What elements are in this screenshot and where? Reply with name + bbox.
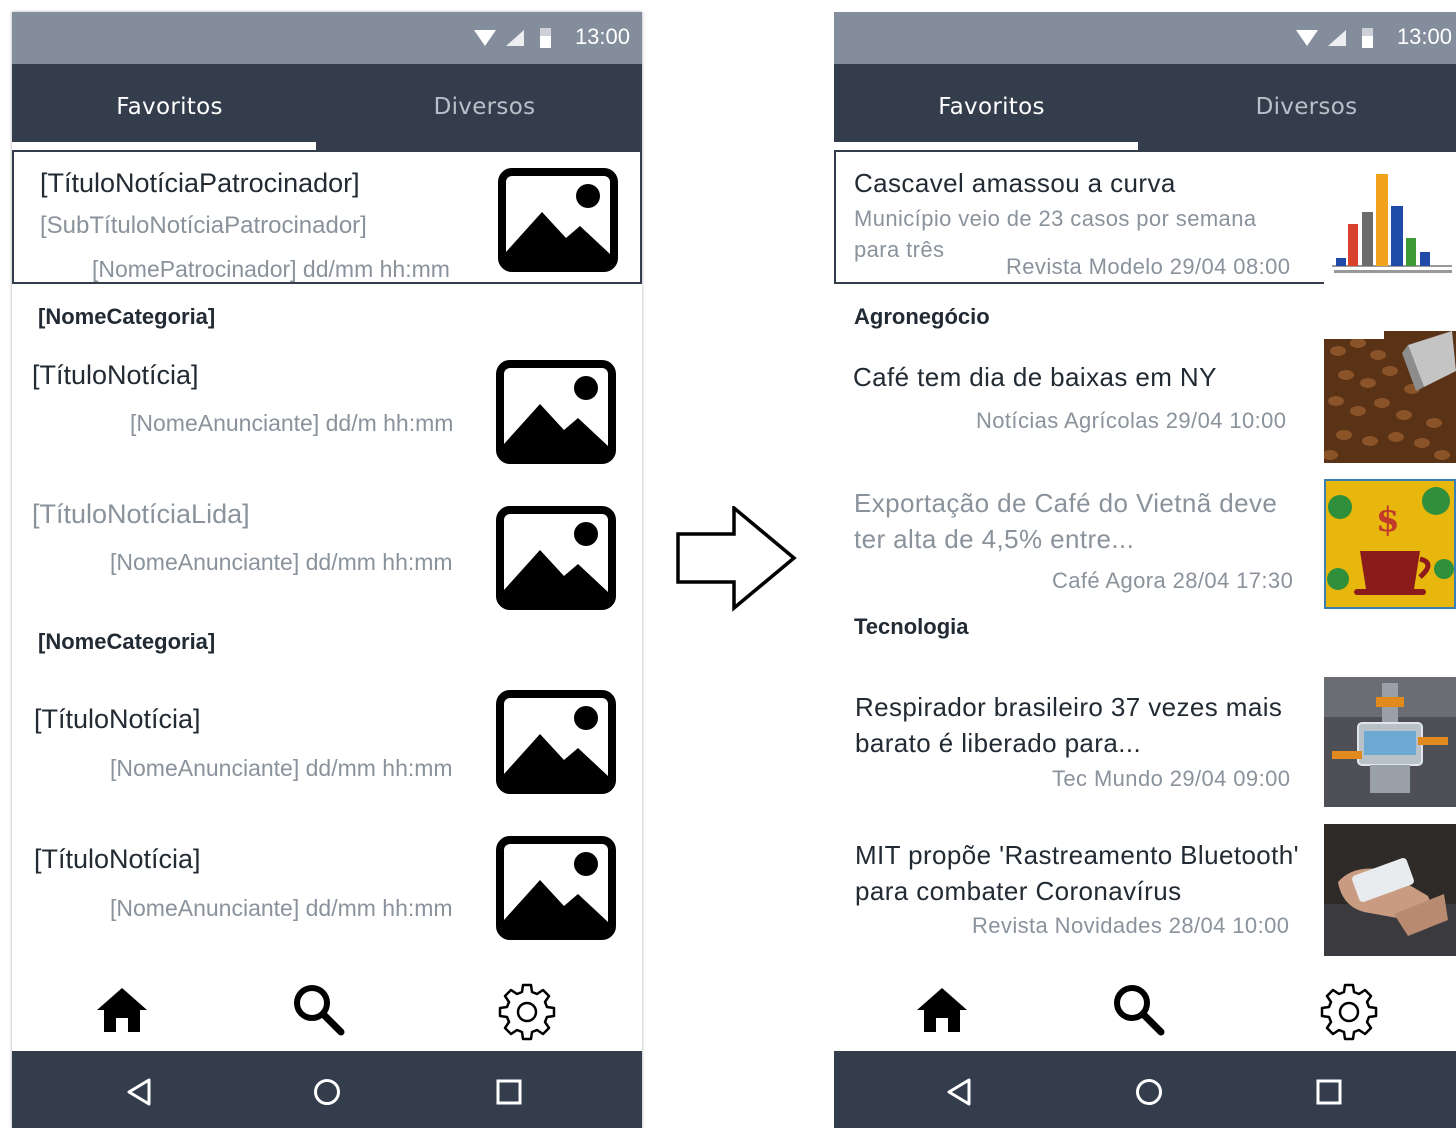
respirator-device-thumbnail (1324, 677, 1456, 807)
settings-gear-icon[interactable] (1318, 981, 1380, 1043)
image-placeholder-icon (496, 506, 616, 610)
sponsor-title: [TítuloNotíciaPatrocinador] (40, 168, 360, 198)
phone-template-screen: 13:00 Favoritos Diversos [TítuloNotíciaP… (12, 12, 642, 1128)
category-header: Agronegócio (854, 304, 990, 329)
tab-diversos[interactable]: Diversos (327, 64, 642, 150)
recents-square-icon[interactable] (1314, 1077, 1344, 1107)
home-circle-icon[interactable] (1134, 1077, 1164, 1107)
status-icons (474, 28, 551, 48)
news-meta: [NomeAnunciante] dd/mm hh:mm (110, 755, 453, 781)
recents-square-icon[interactable] (494, 1077, 524, 1107)
tab-bar: Favoritos Diversos (834, 64, 1456, 150)
svg-text:$: $ (1376, 500, 1400, 540)
news-title-read-line2: ter alta de 4,5% entre... (854, 524, 1135, 554)
active-tab-indicator (12, 142, 316, 150)
bottom-navigation (834, 967, 1456, 1051)
news-meta: Tec Mundo 29/04 09:00 (1052, 766, 1291, 791)
system-navigation-bar (12, 1051, 642, 1128)
status-time: 13:00 (574, 24, 630, 49)
news-title-line2: para combater Coronavírus (855, 876, 1182, 906)
news-title-line2: barato é liberado para... (855, 728, 1142, 758)
smartphone-hand-thumbnail (1324, 824, 1456, 956)
news-title-read-line1: Exportação de Café do Vietnã deve (854, 488, 1278, 518)
system-navigation-bar (834, 1051, 1456, 1128)
home-icon[interactable] (914, 985, 970, 1035)
category-header: [NomeCategoria] (38, 304, 216, 329)
news-title: [TítuloNotícia] (32, 360, 199, 390)
cell-signal-icon (1328, 30, 1346, 46)
home-icon[interactable] (94, 985, 150, 1035)
news-meta: Café Agora 28/04 17:30 (1052, 568, 1294, 593)
news-meta: [NomeAnunciante] dd/mm hh:mm (110, 895, 453, 921)
status-icons (1296, 28, 1373, 48)
sponsor-meta: Revista Modelo 29/04 08:00 (1006, 254, 1291, 279)
news-meta: Revista Novidades 28/04 10:00 (972, 913, 1290, 938)
active-tab-indicator (834, 142, 1138, 150)
coffee-beans-thumbnail (1324, 331, 1456, 463)
news-title: [TítuloNotícia] (34, 844, 201, 874)
back-triangle-icon[interactable] (944, 1077, 974, 1107)
category-header: Tecnologia (854, 614, 969, 639)
search-icon[interactable] (1110, 981, 1166, 1037)
news-title-line1: Respirador brasileiro 37 vezes mais (855, 692, 1283, 722)
cell-signal-icon (506, 30, 524, 46)
status-bar: 13:00 (12, 12, 642, 64)
news-meta: [NomeAnunciante] dd/m hh:mm (130, 410, 454, 436)
sponsored-news-card[interactable]: Cascavel amassou a curva Município veio … (834, 150, 1456, 286)
sponsor-title: Cascavel amassou a curva (854, 168, 1176, 198)
tab-favoritos[interactable]: Favoritos (834, 64, 1149, 150)
sponsor-meta: [NomePatrocinador] dd/mm hh:mm (92, 256, 450, 282)
tab-bar: Favoritos Diversos (12, 64, 642, 150)
home-circle-icon[interactable] (312, 1077, 342, 1107)
status-bar: 13:00 (834, 12, 1456, 64)
tab-diversos[interactable]: Diversos (1149, 64, 1456, 150)
back-triangle-icon[interactable] (124, 1077, 154, 1107)
status-time: 13:00 (1396, 24, 1452, 49)
news-meta: [NomeAnunciante] dd/mm hh:mm (110, 549, 453, 575)
tab-favoritos[interactable]: Favoritos (12, 64, 327, 150)
transition-arrow-icon (676, 506, 797, 612)
phone-example-screen: 13:00 Favoritos Diversos Cascavel amasso… (834, 12, 1456, 1128)
sponsor-subtitle-line2: para três (854, 237, 945, 262)
wifi-icon (474, 30, 496, 46)
sponsor-subtitle-line1: Município veio de 23 casos por semana (854, 206, 1257, 231)
search-icon[interactable] (290, 981, 346, 1037)
image-placeholder-icon (496, 360, 616, 464)
news-title-read: [TítuloNotíciaLida] (32, 499, 250, 529)
image-placeholder-icon (496, 690, 616, 794)
category-header: [NomeCategoria] (38, 629, 216, 654)
image-placeholder-icon (496, 836, 616, 940)
coffee-cup-money-thumbnail: $ (1324, 479, 1456, 609)
sponsored-news-card[interactable]: [TítuloNotíciaPatrocinador] [SubTítuloNo… (12, 150, 642, 284)
sponsor-subtitle: [SubTítuloNotíciaPatrocinador] (40, 212, 367, 239)
settings-gear-icon[interactable] (496, 981, 558, 1043)
news-title: Café tem dia de baixas em NY (853, 362, 1217, 392)
news-meta: Notícias Agrícolas 29/04 10:00 (976, 408, 1287, 433)
bottom-navigation (12, 967, 642, 1051)
news-title-line1: MIT propõe 'Rastreamento Bluetooth' (855, 840, 1300, 870)
image-placeholder-icon (498, 168, 618, 272)
bar-chart-thumbnail (1324, 162, 1456, 286)
news-title: [TítuloNotícia] (34, 704, 201, 734)
wifi-icon (1296, 30, 1318, 46)
